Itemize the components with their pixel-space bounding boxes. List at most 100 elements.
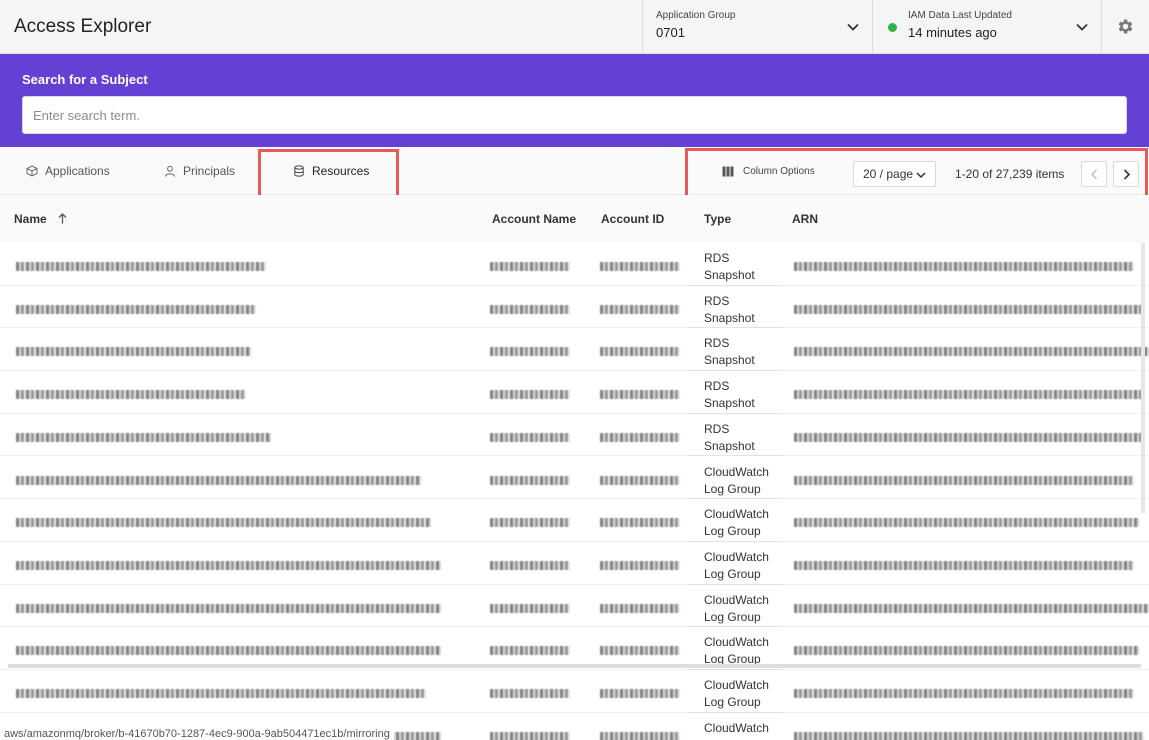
column-header-name[interactable]: Name (14, 212, 67, 226)
redacted-account-name-cell (490, 603, 570, 613)
type-cell: CloudWatchLog Group (704, 592, 769, 624)
redacted-account-name-cell (490, 560, 570, 570)
application-group-selector[interactable]: Application Group 0701 (642, 0, 872, 54)
highlight-box-toolbar (685, 148, 1148, 200)
redacted-account-id-cell (600, 390, 680, 400)
type-cell: CloudWatchLog Group (704, 464, 769, 496)
table-row[interactable]: CloudWatchLog Group (0, 499, 1149, 542)
horizontal-scrollbar[interactable] (8, 664, 1141, 668)
redacted-arn-cell (794, 304, 1144, 314)
type-cell: CloudWatchLog Group (704, 549, 769, 581)
table-row[interactable]: CloudWatchLog Group (0, 585, 1149, 628)
search-input[interactable] (22, 96, 1127, 134)
tab-principals[interactable]: Principals (164, 147, 235, 195)
redacted-arn-cell (794, 689, 1134, 698)
redacted-name-cell (16, 603, 441, 613)
iam-data-updated-selector[interactable]: IAM Data Last Updated 14 minutes ago (872, 0, 1101, 54)
chevron-down-icon (847, 23, 859, 31)
browser-status-url: aws/amazonmq/broker/b-41670b70-1287-4ec9… (0, 728, 394, 740)
column-header-type[interactable]: Type (704, 212, 731, 226)
redacted-name-cell (16, 262, 266, 271)
redacted-arn-cell (794, 560, 1134, 570)
table-row[interactable]: CloudWatchLog Group (0, 670, 1149, 713)
top-header: Access Explorer Application Group 0701 I… (0, 0, 1149, 54)
redacted-account-name-cell (490, 689, 570, 698)
table-row[interactable]: RDS Snapshot (0, 243, 1149, 286)
tab-principals-label: Principals (183, 164, 236, 178)
redacted-account-id-cell (600, 731, 680, 740)
search-title: Search for a Subject (22, 72, 148, 87)
redacted-account-id-cell (600, 432, 680, 442)
highlight-box-resources (258, 149, 399, 199)
redacted-name-cell (16, 646, 441, 656)
tab-applications-label: Applications (45, 164, 110, 178)
application-group-label: Application Group (656, 10, 736, 21)
column-header-account-id[interactable]: Account ID (601, 212, 664, 226)
redacted-account-id-cell (600, 518, 680, 528)
table-row[interactable]: CloudWatchLog Group (0, 457, 1149, 500)
redacted-account-name-cell (490, 475, 570, 485)
table-header: Name Account Name Account ID Type ARN (0, 195, 1149, 243)
table-row[interactable]: RDS Snapshot (0, 414, 1149, 457)
gear-icon (1118, 19, 1133, 34)
tab-toolbar: Applications Principals Resources Column… (0, 147, 1149, 200)
iam-updated-label: IAM Data Last Updated (908, 10, 1012, 21)
status-dot-icon (888, 23, 897, 32)
redacted-account-name-cell (490, 262, 570, 271)
type-cell: RDS Snapshot (704, 336, 755, 368)
redacted-name-cell (16, 304, 256, 314)
redacted-arn-cell (794, 347, 1149, 357)
redacted-arn-cell (794, 390, 1144, 400)
type-cell: CloudWatchLog Group (704, 678, 769, 709)
redacted-name-cell (16, 518, 431, 528)
redacted-arn-cell (794, 603, 1149, 613)
app-title: Access Explorer (14, 16, 152, 37)
application-group-value: 0701 (656, 25, 685, 40)
redacted-account-name-cell (490, 432, 570, 442)
table-row[interactable]: CloudWatchLog Group (0, 542, 1149, 585)
redacted-name-cell (16, 475, 421, 485)
redacted-name-cell (16, 432, 271, 442)
redacted-account-id-cell (600, 560, 680, 570)
settings-button[interactable] (1101, 0, 1149, 54)
column-header-arn[interactable]: ARN (792, 212, 818, 226)
redacted-account-id-cell (600, 304, 680, 314)
redacted-account-id-cell (600, 262, 680, 271)
iam-updated-value: 14 minutes ago (908, 25, 997, 40)
sort-ascending-icon (58, 213, 67, 224)
redacted-account-name-cell (490, 390, 570, 400)
column-header-account-name[interactable]: Account Name (492, 212, 576, 226)
table-row[interactable]: RDS Snapshot (0, 328, 1149, 372)
redacted-arn-cell (794, 731, 1144, 740)
redacted-account-id-cell (600, 603, 680, 613)
redacted-account-name-cell (490, 646, 570, 656)
redacted-account-id-cell (600, 475, 680, 485)
redacted-account-name-cell (490, 304, 570, 314)
redacted-name-cell (16, 390, 246, 400)
redacted-arn-cell (794, 475, 1134, 485)
tab-applications[interactable]: Applications (26, 147, 110, 195)
redacted-account-name-cell (490, 347, 570, 357)
type-cell: RDS Snapshot (704, 251, 755, 282)
redacted-account-id-cell (600, 347, 680, 357)
redacted-arn-cell (794, 646, 1139, 656)
redacted-account-id-cell (600, 689, 680, 698)
redacted-account-name-cell (490, 518, 570, 528)
chevron-down-icon (1076, 23, 1088, 31)
type-cell: RDS Snapshot (704, 421, 755, 453)
redacted-name-cell (16, 689, 426, 698)
type-cell: RDS Snapshot (704, 293, 755, 325)
type-cell: CloudWatchLog Group (704, 720, 769, 740)
redacted-account-id-cell (600, 646, 680, 656)
user-icon (165, 165, 175, 177)
redacted-arn-cell (794, 432, 1144, 442)
table-row[interactable]: RDS Snapshot (0, 286, 1149, 329)
type-cell: RDS Snapshot (704, 379, 755, 411)
vertical-scrollbar[interactable] (1141, 243, 1145, 513)
column-header-name-label: Name (14, 212, 47, 226)
redacted-account-name-cell (490, 731, 570, 740)
redacted-arn-cell (794, 262, 1134, 271)
cube-icon (26, 165, 38, 177)
redacted-name-cell (16, 560, 441, 570)
table-row[interactable]: RDS Snapshot (0, 371, 1149, 414)
